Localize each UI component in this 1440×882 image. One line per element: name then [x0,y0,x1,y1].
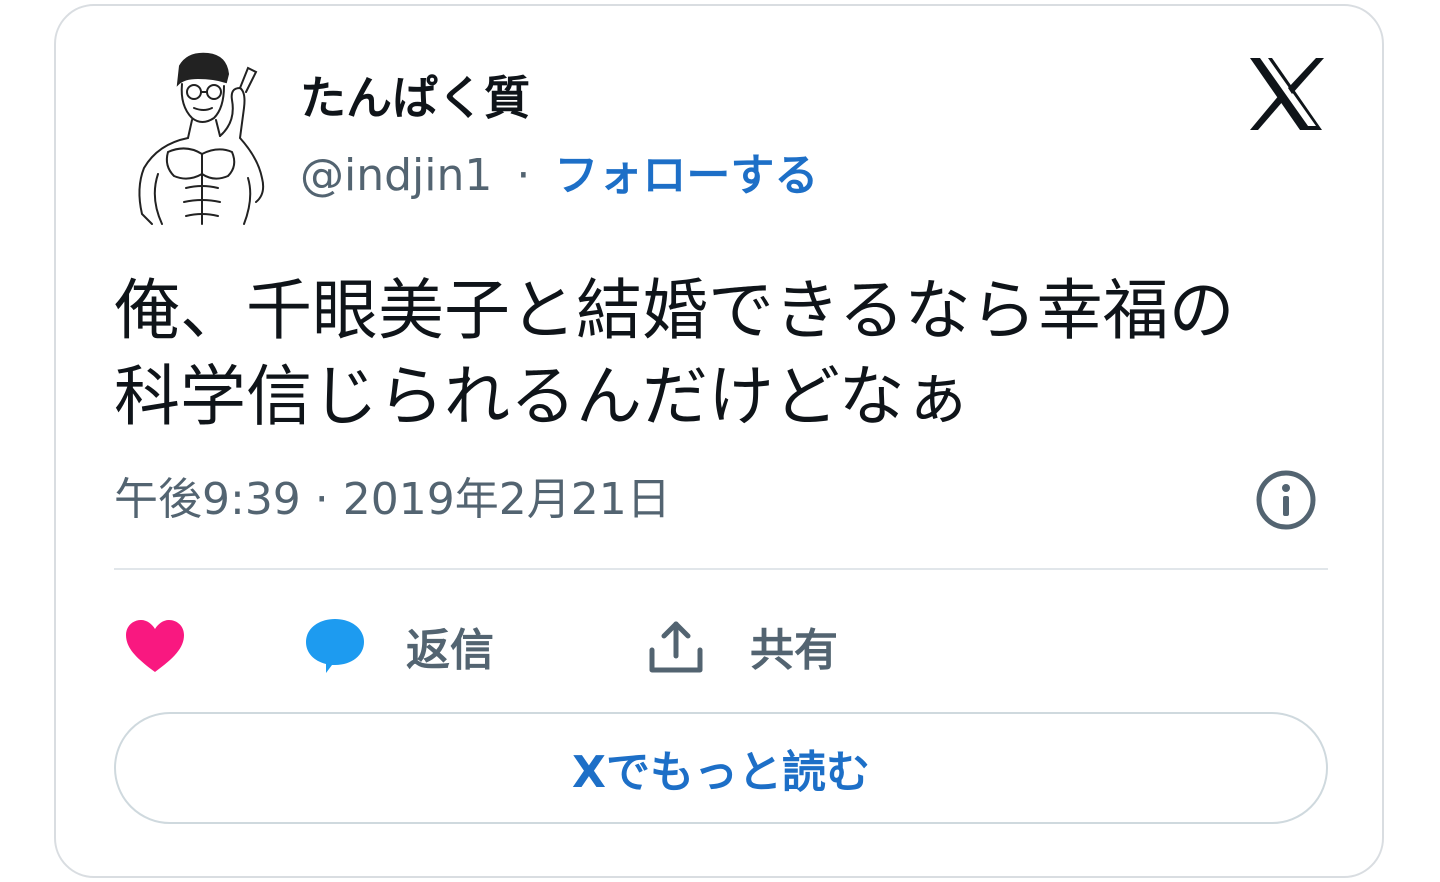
display-name[interactable]: たんぱく質 [300,68,530,128]
divider [114,568,1328,570]
info-icon[interactable] [1254,468,1318,532]
avatar[interactable] [128,48,278,228]
reply-label: 返信 [406,625,494,676]
tweet-text: 俺、千眼美子と結婚できるなら幸福の 科学信じられるんだけどなぁ [114,268,1334,440]
reply-bubble-icon [306,619,364,673]
tweet-card: たんぱく質 @indjin1 · フォローする 俺、千眼美子と結婚できるなら幸福… [54,4,1384,878]
share-icon [649,621,703,673]
like-button[interactable] [124,606,186,686]
read-more-label: Xでもっと読む [572,747,870,798]
tweet-timestamp[interactable]: 午後9:39 · 2019年2月21日 [114,470,671,530]
handle-row: @indjin1 · フォローする [300,146,818,206]
heart-icon [126,620,184,672]
reply-button[interactable]: 返信 [304,606,494,686]
separator-dot: · [516,150,531,201]
read-more-button[interactable]: Xでもっと読む [114,712,1328,824]
action-bar: 返信 共有 [114,606,1328,686]
share-label: 共有 [750,625,838,676]
tweet-text-line: 科学信じられるんだけどなぁ [114,358,971,435]
share-button[interactable]: 共有 [648,606,838,686]
x-logo-icon[interactable] [1246,54,1326,134]
tweet-text-line: 俺、千眼美子と結婚できるなら幸福の [114,272,1235,349]
follow-link[interactable]: フォローする [554,150,818,201]
author-handle[interactable]: @indjin1 [300,150,492,201]
